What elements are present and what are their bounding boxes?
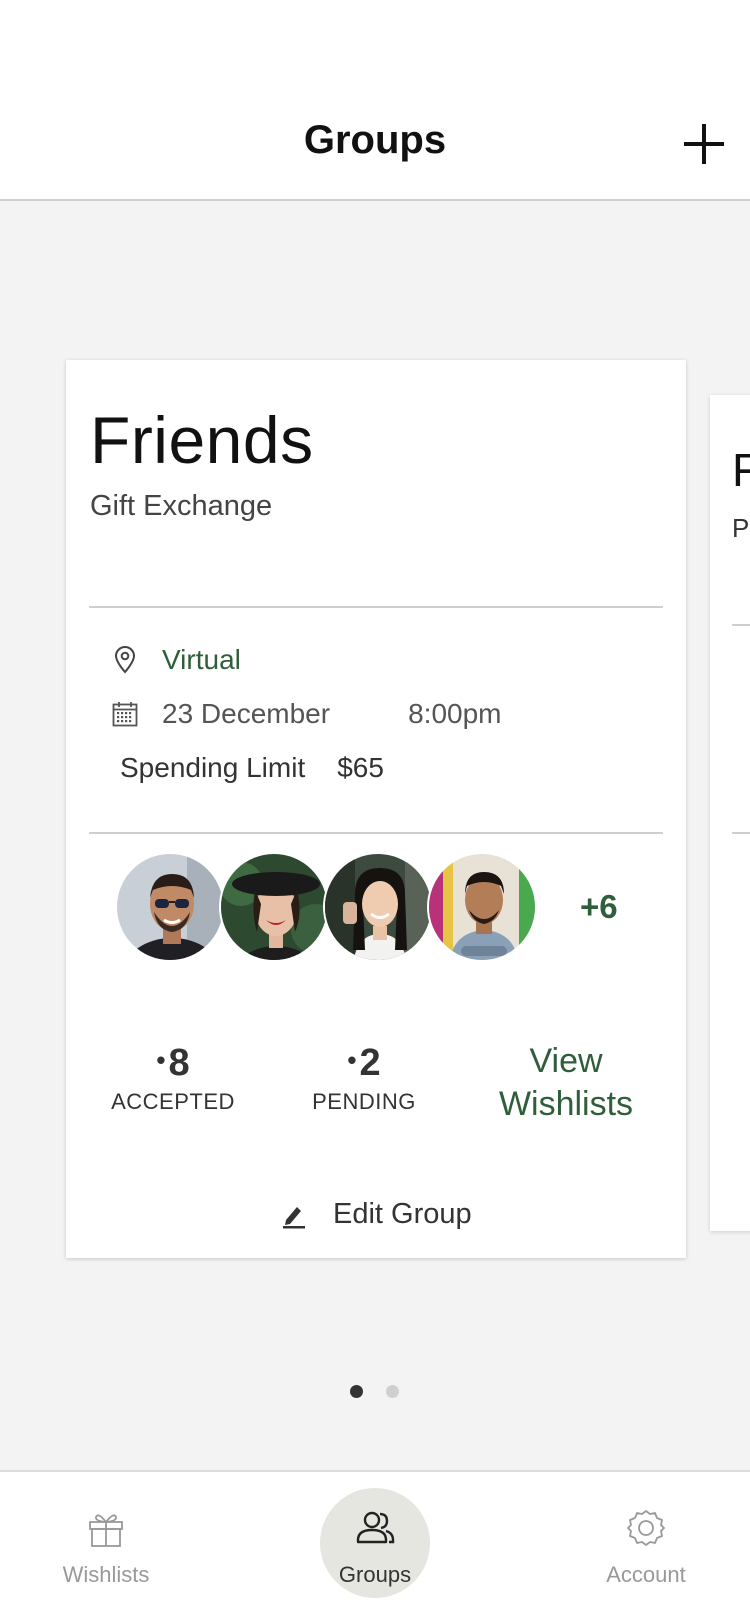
event-time: 8:00pm — [408, 698, 502, 729]
location-text: Virtual — [162, 644, 241, 675]
accepted-count: 8 — [168, 1042, 190, 1084]
tab-label: Account — [606, 1562, 686, 1587]
group-name: Friends — [90, 403, 314, 477]
avatar[interactable] — [115, 852, 225, 962]
event-date: 23 December — [162, 698, 331, 729]
pencil-icon — [283, 1206, 305, 1228]
group-type: Gift Exchange — [90, 490, 273, 522]
spending-limit-value: $65 — [337, 752, 384, 783]
spending-limit-label: Spending Limit — [120, 752, 306, 783]
next-group-name: F — [732, 444, 750, 496]
pending-count: 2 — [359, 1042, 381, 1084]
page-indicator[interactable] — [350, 1385, 422, 1398]
avatar[interactable] — [427, 852, 537, 962]
next-group-type: Pa — [732, 513, 750, 543]
view-wishlists-link[interactable]: View Wishlists — [486, 1040, 646, 1126]
page-dot-active[interactable] — [350, 1385, 363, 1398]
page-title: Groups — [303, 118, 447, 162]
page-dot[interactable] — [386, 1385, 399, 1398]
gear-icon — [627, 1510, 665, 1546]
edit-group-button[interactable]: Edit Group — [281, 1198, 472, 1231]
avatar[interactable] — [323, 852, 433, 962]
pending-stat: •2 PENDING — [289, 1042, 439, 1115]
tab-label: Wishlists — [62, 1562, 150, 1587]
date-row: 23 December 8:00pm — [112, 698, 502, 730]
divider — [732, 832, 750, 834]
location-row: Virtual — [112, 644, 241, 676]
divider — [732, 624, 750, 626]
accepted-label: ACCEPTED — [111, 1089, 235, 1114]
next-group-card[interactable]: F Pa — [710, 395, 750, 1231]
map-pin-icon — [112, 645, 138, 675]
spending-limit-row: Spending Limit $65 — [120, 752, 384, 784]
tab-groups[interactable]: Groups — [305, 1472, 445, 1624]
pending-label: PENDING — [312, 1089, 416, 1114]
app-header: Groups — [0, 0, 750, 201]
accepted-stat: •8 ACCEPTED — [98, 1042, 248, 1115]
bottom-tab-bar: Wishlists Groups Account — [0, 1470, 750, 1624]
edit-group-label: Edit Group — [333, 1198, 472, 1230]
tab-wishlists[interactable]: Wishlists — [36, 1472, 176, 1624]
avatar[interactable] — [219, 852, 329, 962]
users-icon — [356, 1511, 395, 1544]
gift-icon — [89, 1514, 123, 1547]
divider — [89, 606, 663, 608]
group-card[interactable]: Friends Gift Exchange Virtual 23 Decembe… — [66, 360, 686, 1258]
more-members-count[interactable]: +6 — [580, 888, 618, 926]
tab-label: Groups — [338, 1562, 412, 1587]
tab-account[interactable]: Account — [576, 1472, 716, 1624]
add-group-button[interactable] — [680, 120, 728, 168]
divider — [89, 832, 663, 834]
calendar-icon — [112, 699, 138, 729]
